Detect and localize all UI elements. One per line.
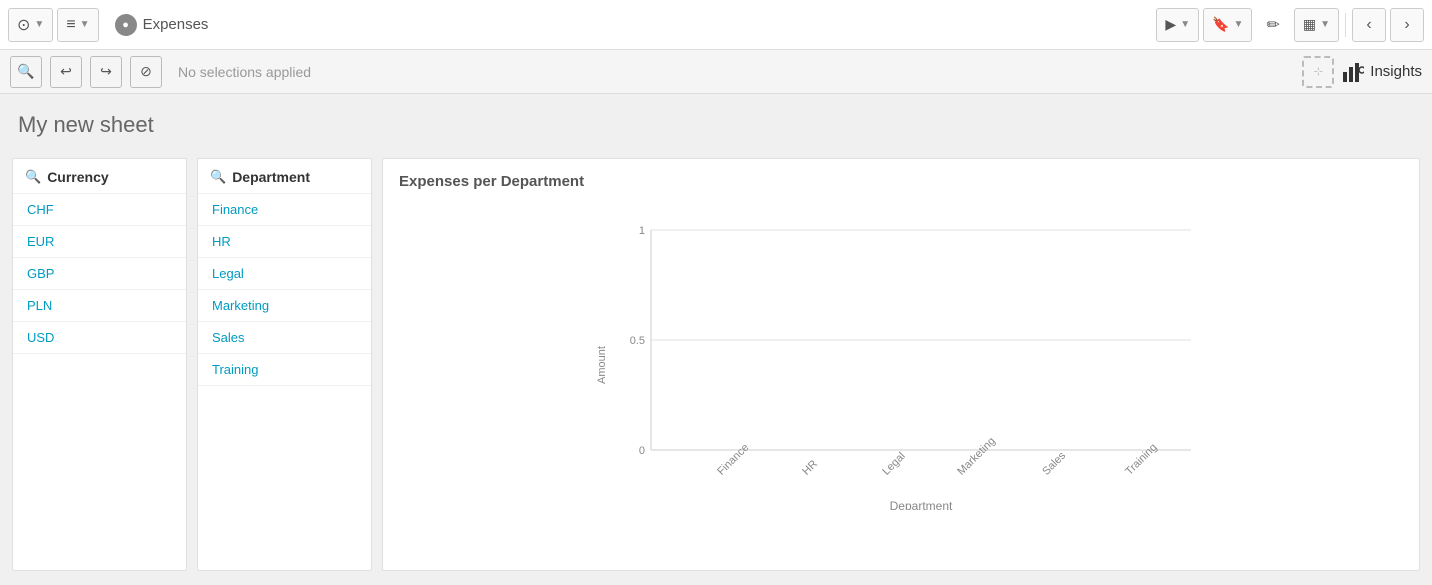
y-axis-label: Amount <box>596 346 608 384</box>
svg-text:Department: Department <box>890 499 953 510</box>
home-button[interactable]: ⊙ ▼ <box>8 8 53 42</box>
currency-search-icon: 🔍 <box>25 169 41 185</box>
smart-search-button[interactable]: ⊹ <box>1302 56 1334 88</box>
list-item[interactable]: Sales <box>198 322 371 354</box>
dropdown-arrow-icon3: ▼ <box>1180 19 1190 30</box>
toolbar-divider <box>1345 13 1346 37</box>
currency-filter-title: Currency <box>47 169 108 185</box>
list-item[interactable]: CHF <box>13 194 186 226</box>
list-item[interactable]: PLN <box>13 290 186 322</box>
bookmark-button[interactable]: 🔖 ▼ <box>1203 8 1252 42</box>
sheet-title: My new sheet <box>18 112 1414 138</box>
chevron-left-icon: ‹ <box>1366 16 1371 34</box>
nav-forward-button[interactable]: › <box>1390 8 1424 42</box>
insights-chart-icon <box>1342 62 1364 82</box>
list-icon: ≡ <box>66 16 75 34</box>
selection-bar: 🔍 ↩ ↪ ⊘ No selections applied ⊹ Insights <box>0 50 1432 94</box>
svg-text:Finance: Finance <box>715 442 751 478</box>
dropdown-arrow-icon2: ▼ <box>80 19 90 30</box>
toolbar-right: ▶ ▼ 🔖 ▼ ✏ ▦ ▼ ‹ › <box>1156 8 1424 42</box>
edit-button[interactable]: ✏ <box>1256 8 1289 42</box>
sheet-title-bar: My new sheet <box>0 94 1432 148</box>
svg-text:Legal: Legal <box>880 450 908 478</box>
forward-selection-button[interactable]: ↪ <box>90 56 122 88</box>
list-item[interactable]: HR <box>198 226 371 258</box>
app-icon-symbol: ● <box>122 19 129 31</box>
main-content: 🔍 Currency CHF EUR GBP PLN USD 🔍 Departm… <box>0 148 1432 581</box>
chart-type-button[interactable]: ▦ ▼ <box>1294 8 1339 42</box>
currency-filter-panel: 🔍 Currency CHF EUR GBP PLN USD <box>12 158 187 571</box>
app-title: Expenses <box>143 16 209 33</box>
svg-text:Training: Training <box>1123 441 1159 477</box>
undo-icon: ↩ <box>60 63 72 80</box>
nav-back-button[interactable]: ‹ <box>1352 8 1386 42</box>
bookmark-icon: 🔖 <box>1212 16 1229 33</box>
list-item[interactable]: Legal <box>198 258 371 290</box>
app-name-area: ● Expenses <box>115 14 209 36</box>
department-search-icon: 🔍 <box>210 169 226 185</box>
back-selection-button[interactable]: ↩ <box>50 56 82 88</box>
expenses-chart: Amount 1 0.5 0 Finance HR Legal Marketin… <box>399 200 1403 510</box>
dropdown-arrow-icon: ▼ <box>34 19 44 30</box>
department-filter-panel: 🔍 Department Finance HR Legal Marketing … <box>197 158 372 571</box>
department-filter-title: Department <box>232 169 310 185</box>
top-toolbar: ⊙ ▼ ≡ ▼ ● Expenses ▶ ▼ 🔖 ▼ ✏ ▦ ▼ <box>0 0 1432 50</box>
list-item[interactable]: EUR <box>13 226 186 258</box>
circle-icon: ⊙ <box>17 15 30 35</box>
list-button[interactable]: ≡ ▼ <box>57 8 98 42</box>
currency-filter-header: 🔍 Currency <box>13 159 186 194</box>
list-item[interactable]: USD <box>13 322 186 354</box>
insights-button[interactable]: Insights <box>1342 62 1422 82</box>
screen-button[interactable]: ▶ ▼ <box>1156 8 1199 42</box>
redo-icon: ↪ <box>100 63 112 80</box>
chart-title: Expenses per Department <box>399 173 1403 190</box>
chart-icon: ▦ <box>1303 16 1316 33</box>
dashed-square-icon: ⊹ <box>1314 65 1323 78</box>
search-selection-button[interactable]: 🔍 <box>10 56 42 88</box>
svg-text:0: 0 <box>639 445 645 457</box>
toolbar-left: ⊙ ▼ ≡ ▼ ● Expenses <box>8 8 1156 42</box>
list-item[interactable]: Finance <box>198 194 371 226</box>
svg-text:1: 1 <box>639 225 645 237</box>
svg-text:Marketing: Marketing <box>955 435 998 478</box>
list-item[interactable]: GBP <box>13 258 186 290</box>
insights-label: Insights <box>1370 63 1422 80</box>
list-item[interactable]: Training <box>198 354 371 386</box>
search-icon: 🔍 <box>17 63 34 80</box>
chevron-right-icon: › <box>1404 16 1409 34</box>
clear-icon: ⊘ <box>140 63 152 80</box>
dropdown-arrow-icon4: ▼ <box>1234 19 1244 30</box>
svg-text:Sales: Sales <box>1040 449 1068 477</box>
dropdown-arrow-icon5: ▼ <box>1320 19 1330 30</box>
no-selections-text: No selections applied <box>178 64 1294 80</box>
clear-selection-button[interactable]: ⊘ <box>130 56 162 88</box>
pencil-icon: ✏ <box>1266 15 1279 35</box>
chart-area: Expenses per Department Amount 1 0.5 0 F… <box>382 158 1420 571</box>
department-filter-header: 🔍 Department <box>198 159 371 194</box>
svg-text:0.5: 0.5 <box>630 335 645 347</box>
list-item[interactable]: Marketing <box>198 290 371 322</box>
insights-icon <box>1342 62 1364 82</box>
screen-icon: ▶ <box>1165 16 1176 33</box>
svg-text:HR: HR <box>800 458 820 478</box>
app-icon: ● <box>115 14 137 36</box>
